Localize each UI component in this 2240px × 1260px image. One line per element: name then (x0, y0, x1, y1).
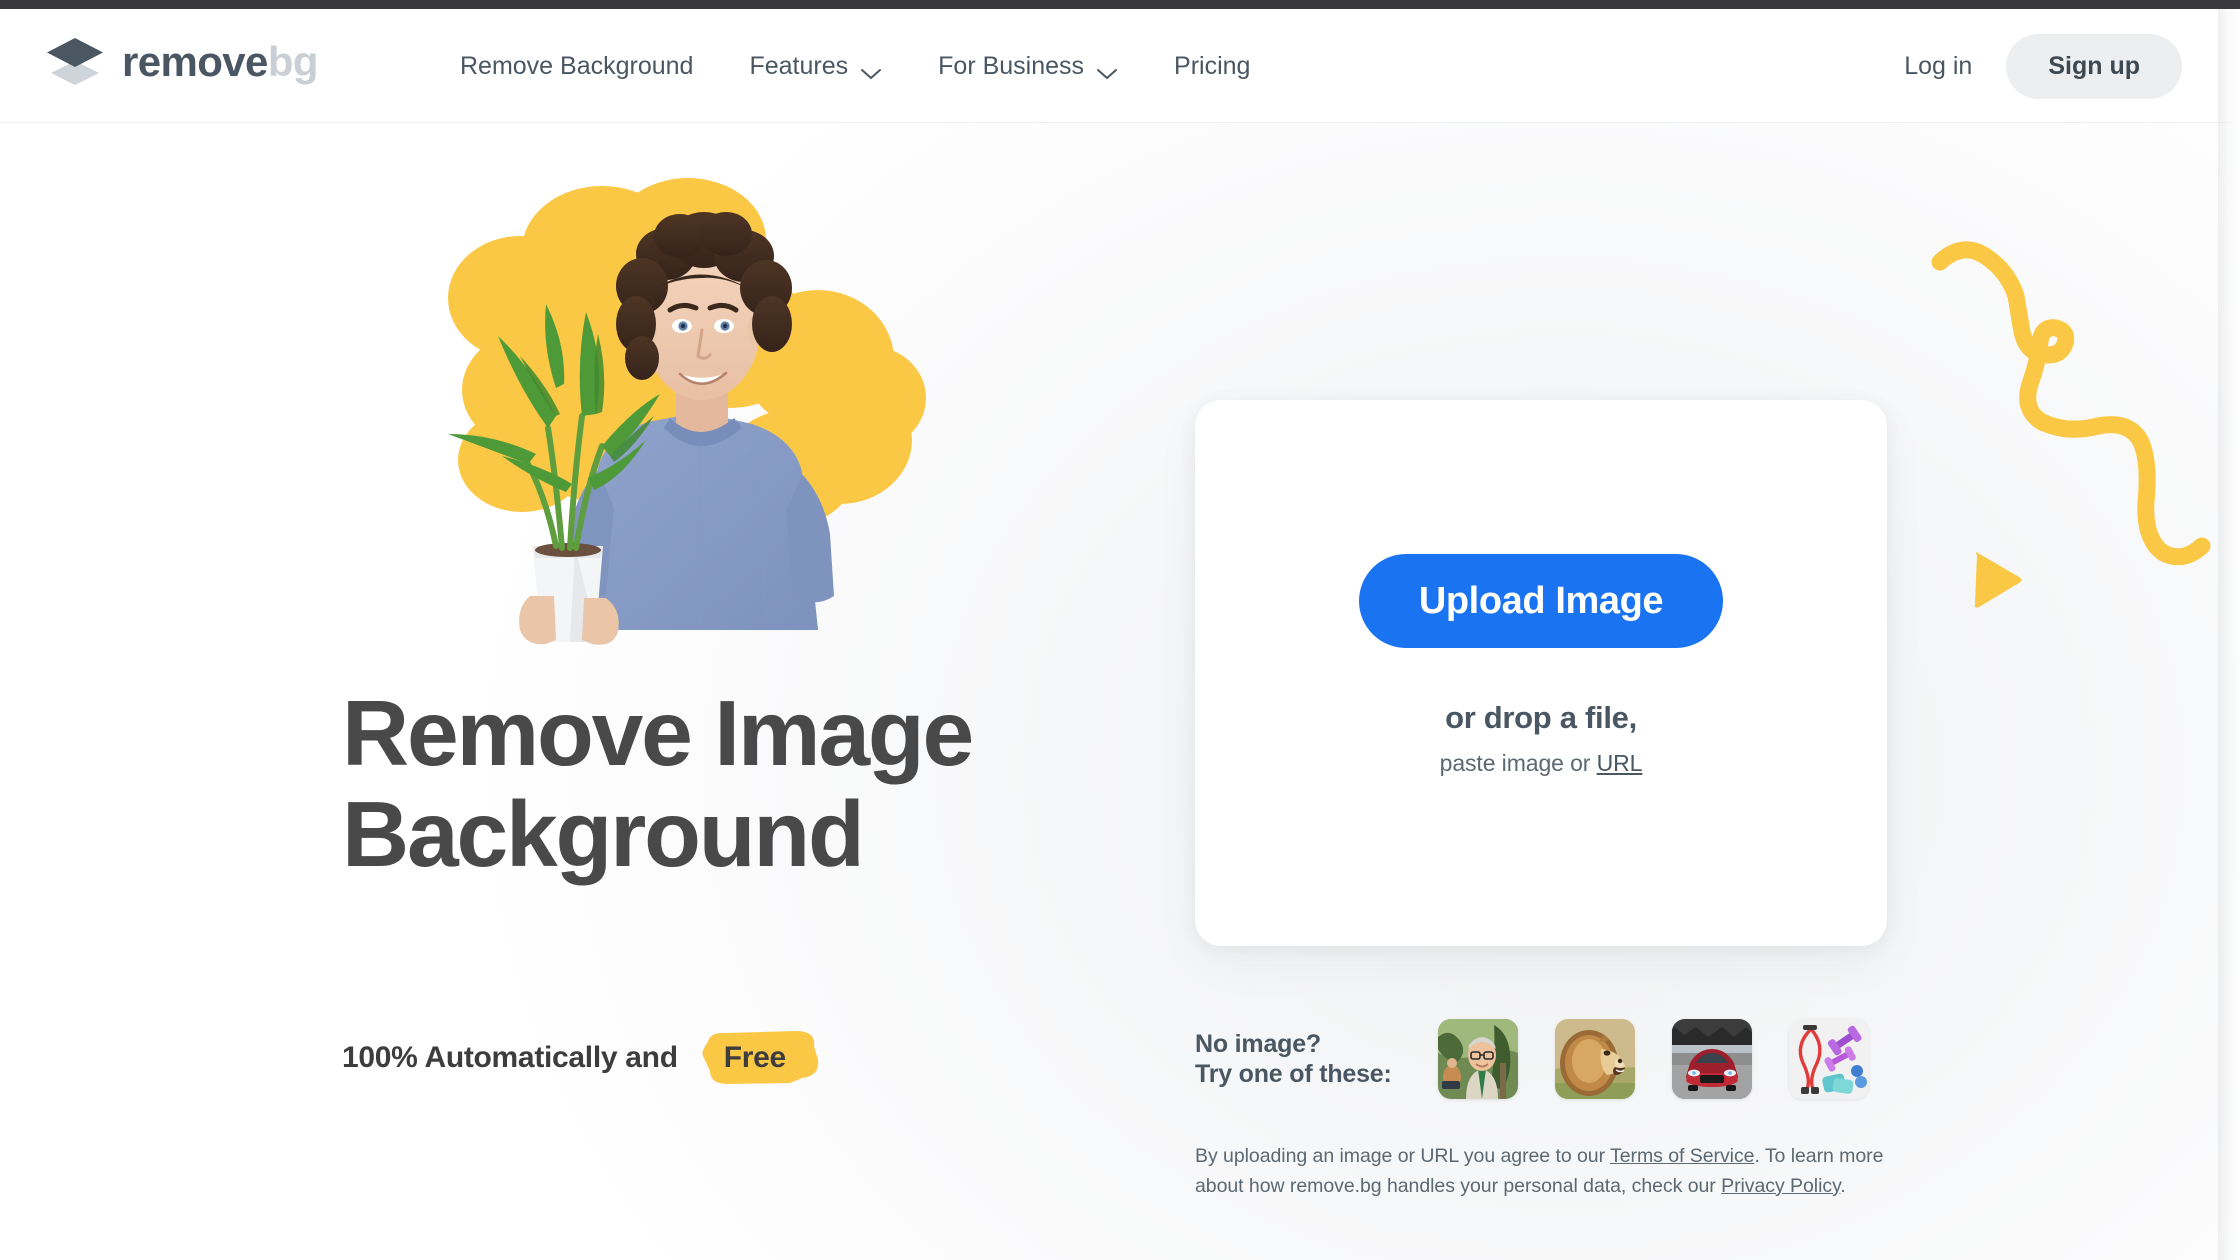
chevron-down-icon (1096, 59, 1118, 79)
sample-thumbnails-list (1438, 1019, 1869, 1099)
nav-label: For Business (938, 51, 1085, 80)
login-link[interactable]: Log in (1870, 52, 2006, 81)
hero-subline: 100% Automatically and Free (342, 1030, 818, 1086)
paste-hint-text: paste image or URL (1440, 750, 1643, 777)
page-root: removebg Remove Background Features For … (0, 0, 2240, 1260)
nav-item-remove-background[interactable]: Remove Background (460, 9, 721, 123)
terms-of-service-link[interactable]: Terms of Service (1610, 1145, 1754, 1167)
legal-part-1: By uploading an image or URL you agree t… (1195, 1145, 1611, 1167)
sample-thumb-lion[interactable] (1555, 1019, 1635, 1099)
sample-thumb-fitness[interactable] (1789, 1019, 1869, 1099)
nav-label: Remove Background (460, 51, 694, 80)
free-label: Free (723, 1041, 786, 1074)
headline-line-2: Background (342, 782, 865, 887)
nav-account-group: Log in Sign up (1870, 9, 2182, 123)
logo-word-bg: bg (267, 38, 319, 85)
subline-text: 100% Automatically and (342, 1041, 678, 1074)
yellow-triangle-icon (1968, 549, 2026, 611)
paste-prefix: paste image or (1439, 749, 1597, 776)
nav-item-features[interactable]: Features (721, 9, 910, 123)
headline-line-1: Remove Image (342, 681, 974, 785)
drop-file-text: or drop a file, (1445, 699, 1637, 735)
stacked-diamond-icon (44, 35, 106, 89)
sample-images-section: No image? Try one of these: (1195, 1019, 1895, 1099)
nav-item-for-business[interactable]: For Business (910, 9, 1146, 123)
upload-dropzone-card[interactable]: Upload Image or drop a file, paste image… (1195, 400, 1887, 946)
samples-label: No image? Try one of these: (1195, 1029, 1438, 1090)
samples-label-line-1: No image? (1195, 1029, 1321, 1058)
samples-label-line-2: Try one of these: (1195, 1060, 1392, 1088)
page-title: Remove Image Background (342, 681, 1132, 887)
signup-button[interactable]: Sign up (2006, 33, 2182, 99)
page-scrollbar[interactable] (2218, 9, 2240, 1260)
privacy-policy-link[interactable]: Privacy Policy (1721, 1175, 1840, 1197)
nav-label: Pricing (1174, 51, 1251, 80)
nav-label: Features (749, 51, 849, 80)
browser-top-edge (0, 0, 2240, 9)
logo-wordmark: removebg (122, 38, 319, 85)
hero-photo-man-holding-plant (370, 178, 940, 653)
legal-disclaimer: By uploading an image or URL you agree t… (1195, 1142, 1895, 1201)
legal-part-3: . (1840, 1174, 1846, 1197)
upload-image-button[interactable]: Upload Image (1358, 553, 1724, 648)
url-link[interactable]: URL (1597, 750, 1643, 776)
sample-thumb-man[interactable] (1438, 1019, 1518, 1099)
page-canvas: removebg Remove Background Features For … (0, 9, 2240, 1260)
nav-item-pricing[interactable]: Pricing (1146, 9, 1278, 123)
free-highlight-badge: Free (694, 1030, 818, 1086)
chevron-down-icon (860, 59, 882, 79)
sample-thumb-car[interactable] (1672, 1019, 1752, 1099)
top-navigation-bar: removebg Remove Background Features For … (0, 9, 2240, 123)
logo-word-remove: remove (122, 38, 268, 85)
nav-links-group: Remove Background Features For Business … (460, 9, 1278, 123)
yellow-squiggle-icon (1930, 234, 2240, 634)
hero-left-column: Remove Image Background 100% Automatical… (0, 123, 1130, 1260)
site-logo[interactable]: removebg (44, 35, 319, 89)
